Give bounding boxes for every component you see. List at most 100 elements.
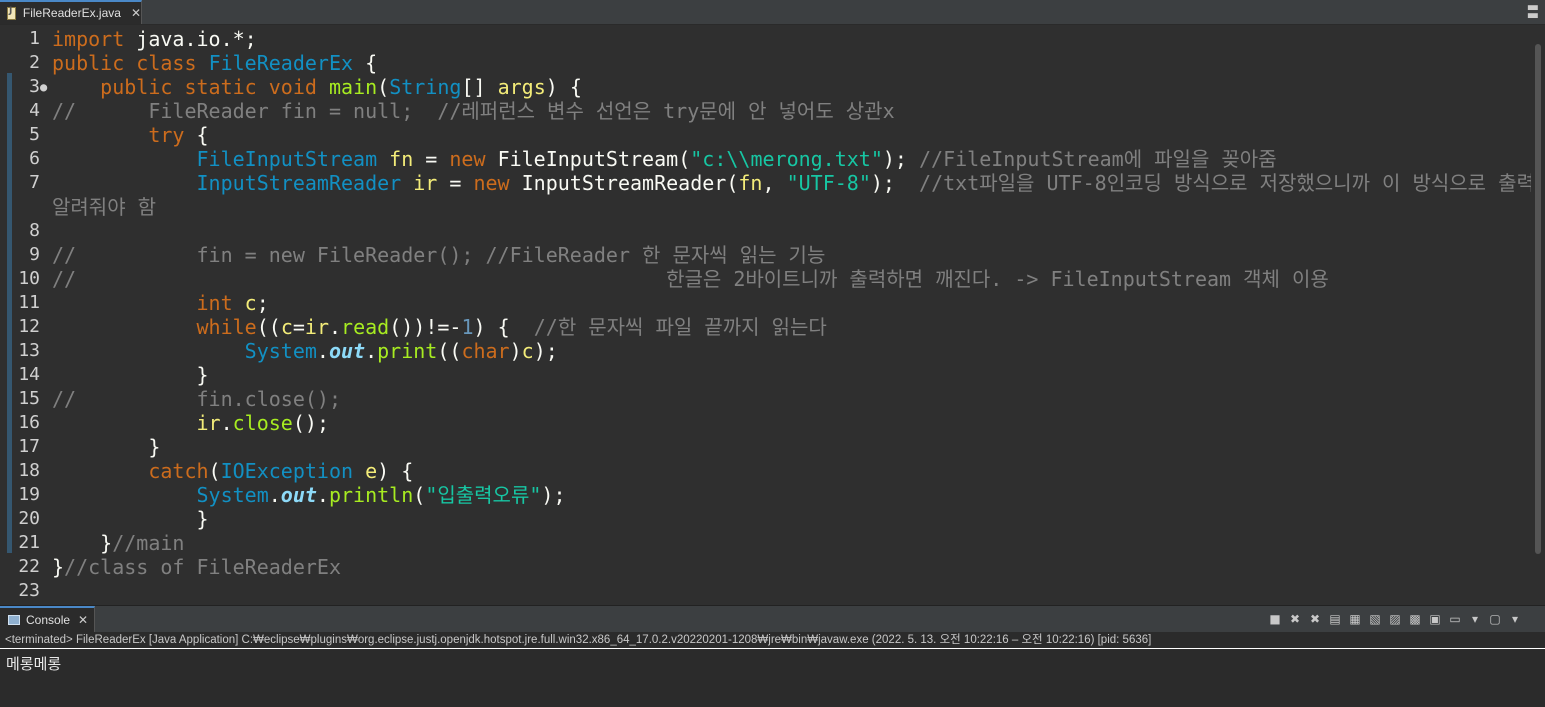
chevron-down-icon[interactable]: ▾	[1507, 611, 1523, 627]
line-number: 15	[18, 388, 40, 409]
editor-tab-bar: FileReaderEx.java ✕ ▬▬	[0, 0, 1545, 25]
console-tab-bar: Console ✕ ■ ✖ ✖ ▤ ▦ ▧ ▨ ▩ ▣ ▭ ▾ ▢ ▾	[0, 605, 1545, 632]
line-number: 12	[18, 316, 40, 337]
code-editor[interactable]: 1 import java.io.*; 2 public class FileRead…	[0, 25, 1545, 602]
code-line[interactable]: 21 }//main	[0, 531, 1545, 555]
console-output: 메롱메롱	[6, 655, 62, 673]
code-text: public static void main(String[] args) {	[100, 75, 582, 99]
code-text: while((c=ir.read())!=-1) { //한 문자씩 파일 끝까…	[196, 315, 827, 339]
code-line[interactable]: 15 // fin.close();	[0, 387, 1545, 411]
line-number: 1	[29, 28, 40, 49]
code-text: // 한글은 2바이트니까 출력하면 깨진다. -> FileInputStre…	[52, 267, 1329, 291]
code-text: }//class of FileReaderEx	[52, 555, 341, 579]
code-text: import java.io.*;	[52, 27, 257, 51]
console-icon	[8, 615, 20, 625]
code-line[interactable]: 19 System.out.println("입출력오류");	[0, 483, 1545, 507]
clear-console-icon[interactable]: ▦	[1347, 611, 1363, 627]
code-text: public class FileReaderEx {	[52, 51, 378, 75]
fold-marker-icon[interactable]: ●	[40, 75, 47, 99]
code-line[interactable]: 1 import java.io.*;	[0, 27, 1545, 51]
code-text: // fin.close();	[52, 387, 341, 411]
code-text: }	[52, 507, 209, 531]
console-tab-label: Console	[26, 613, 71, 627]
line-number: 4	[29, 100, 40, 121]
console-status: <terminated> FileReaderEx [Java Applicat…	[0, 632, 1545, 649]
chevron-down-icon[interactable]: ▾	[1467, 611, 1483, 627]
line-number: 14	[18, 364, 40, 385]
code-line[interactable]: 7 InputStreamReader ir = new InputStream…	[0, 171, 1545, 195]
line-number: 3	[29, 76, 40, 97]
java-file-icon	[7, 6, 16, 20]
code-text: InputStreamReader ir = new InputStreamRe…	[196, 171, 1545, 195]
terminate-icon[interactable]: ■	[1267, 611, 1283, 627]
code-line[interactable]: 6 FileInputStream fn = new FileInputStre…	[0, 147, 1545, 171]
line-number: 13	[18, 340, 40, 361]
show-on-error-icon[interactable]: ▩	[1407, 611, 1423, 627]
code-line[interactable]: 20 }	[0, 507, 1545, 531]
line-number: 20	[18, 508, 40, 529]
minimize-icon[interactable]: ▬ ▬	[1527, 1, 1539, 22]
line-number: 23	[18, 580, 40, 601]
code-line[interactable]: 11 int c;	[0, 291, 1545, 315]
code-text: System.out.println("입출력오류");	[196, 483, 566, 507]
remove-all-terminated-icon[interactable]: ✖	[1307, 611, 1323, 627]
show-on-output-icon[interactable]: ▨	[1387, 611, 1403, 627]
code-line[interactable]: 3 ● public static void main(String[] args…	[0, 75, 1545, 99]
code-text: try {	[148, 123, 209, 147]
line-number: 5	[29, 124, 40, 145]
line-number: 2	[29, 52, 40, 73]
code-area[interactable]: 1 import java.io.*; 2 public class FileRead…	[0, 27, 1545, 603]
code-text: // fin = new FileReader(); //FileReader …	[52, 243, 826, 267]
code-text: // FileReader fin = null; //레퍼런스 변수 선언은 …	[52, 99, 895, 123]
code-text: }	[52, 363, 209, 387]
code-line[interactable]: 5 try {	[0, 123, 1545, 147]
remove-launch-icon[interactable]: ✖	[1287, 611, 1303, 627]
line-number: 17	[18, 436, 40, 457]
code-text: }	[52, 435, 161, 459]
line-number: 6	[29, 148, 40, 169]
code-line[interactable]: 알려줘야 함	[0, 195, 1545, 219]
code-text: FileInputStream fn = new FileInputStream…	[196, 147, 1277, 171]
code-line[interactable]: 8	[0, 219, 1545, 243]
line-number: 10	[18, 268, 40, 289]
pin-console-icon[interactable]: ▣	[1427, 611, 1443, 627]
code-line[interactable]: 17 }	[0, 435, 1545, 459]
line-number: 19	[18, 484, 40, 505]
line-number: 18	[18, 460, 40, 481]
console-toolbar: ■ ✖ ✖ ▤ ▦ ▧ ▨ ▩ ▣ ▭ ▾ ▢ ▾	[1267, 611, 1523, 627]
code-line[interactable]: 13 System.out.print((char)c);	[0, 339, 1545, 363]
code-line[interactable]: 14 }	[0, 363, 1545, 387]
line-number: 16	[18, 412, 40, 433]
editor-scrollbar[interactable]	[1531, 40, 1545, 600]
open-console-icon[interactable]: ▢	[1487, 611, 1503, 627]
code-text: 알려줘야 함	[52, 195, 157, 219]
code-line[interactable]: 12 while((c=ir.read())!=-1) { //한 문자씩 파일…	[0, 315, 1545, 339]
code-text: ir.close();	[196, 411, 329, 435]
line-number: 7	[29, 172, 40, 193]
close-icon[interactable]: ✕	[78, 613, 88, 627]
code-line[interactable]: 16 ir.close();	[0, 411, 1545, 435]
code-line[interactable]: 22 }//class of FileReaderEx	[0, 555, 1545, 579]
code-line[interactable]: 9 // fin = new FileReader(); //FileReader…	[0, 243, 1545, 267]
word-wrap-icon[interactable]: ▧	[1367, 611, 1383, 627]
line-number: 8	[29, 220, 40, 241]
display-console-icon[interactable]: ▭	[1447, 611, 1463, 627]
code-text: int c;	[196, 291, 269, 315]
code-line[interactable]: 10 // 한글은 2바이트니까 출력하면 깨진다. -> FileInputSt…	[0, 267, 1545, 291]
code-line[interactable]: 4 // FileReader fin = null; //레퍼런스 변수 선언은…	[0, 99, 1545, 123]
line-number: 11	[18, 292, 40, 313]
code-line[interactable]: 2 public class FileReaderEx {	[0, 51, 1545, 75]
code-line[interactable]: 18 catch(IOException e) {	[0, 459, 1545, 483]
scroll-lock-icon[interactable]: ▤	[1327, 611, 1343, 627]
line-number: 21	[18, 532, 40, 553]
close-icon[interactable]: ✕	[131, 6, 141, 20]
code-text: System.out.print((char)c);	[244, 339, 558, 363]
code-text: catch(IOException e) {	[148, 459, 414, 483]
line-number: 22	[18, 556, 40, 577]
console-output-area[interactable]: 메롱메롱	[0, 650, 1545, 707]
code-text: }//main	[52, 531, 185, 555]
editor-tab-filereaderex[interactable]: FileReaderEx.java ✕	[0, 0, 142, 24]
line-number: 9	[29, 244, 40, 265]
console-tab[interactable]: Console ✕	[0, 606, 95, 632]
code-line[interactable]: 23	[0, 579, 1545, 603]
